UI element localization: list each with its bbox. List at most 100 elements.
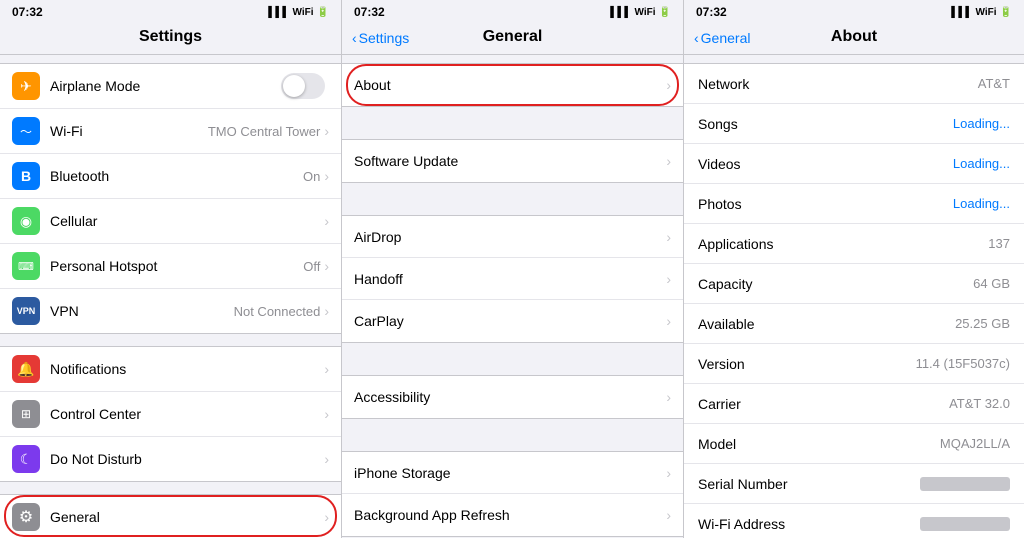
row-vpn[interactable]: VPN VPN Not Connected › xyxy=(0,289,341,333)
accessibility-chevron: › xyxy=(666,389,671,405)
vpn-chevron: › xyxy=(324,303,329,319)
time-1: 07:32 xyxy=(12,5,43,19)
general-chevron: › xyxy=(324,509,329,525)
panel-about: 07:32 ▌▌▌ WiFi 🔋 ‹ General About Network… xyxy=(684,0,1024,538)
background-refresh-chevron: › xyxy=(666,507,671,523)
row-airplane[interactable]: ✈ Airplane Mode xyxy=(0,64,341,109)
videos-label: Videos xyxy=(698,156,953,172)
signal-icon-2: ▌▌▌ xyxy=(610,7,631,18)
back-button-3[interactable]: ‹ General xyxy=(694,30,750,46)
bluetooth-value: On xyxy=(303,169,320,184)
section-software: Software Update › xyxy=(342,139,683,183)
about-chevron: › xyxy=(666,77,671,93)
carrier-value: AT&T 32.0 xyxy=(949,396,1010,411)
about-list[interactable]: Network AT&T Songs Loading... Videos Loa… xyxy=(684,55,1024,538)
row-background-refresh[interactable]: Background App Refresh › xyxy=(342,494,683,536)
panel-settings: 07:32 ▌▌▌ WiFi 🔋 Settings ✈ Airplane Mod… xyxy=(0,0,342,538)
section-group-network: ✈ Airplane Mode 〜 Wi-Fi TMO Central Towe… xyxy=(0,63,341,334)
page-title-1: Settings xyxy=(139,28,202,45)
row-handoff[interactable]: Handoff › xyxy=(342,258,683,300)
row-accessibility[interactable]: Accessibility › xyxy=(342,376,683,418)
network-label: Network xyxy=(698,76,978,92)
row-notifications[interactable]: 🔔 Notifications › xyxy=(0,347,341,392)
wifi-value: TMO Central Tower xyxy=(208,124,320,139)
dnd-chevron: › xyxy=(324,451,329,467)
cellular-icon: ◉ xyxy=(12,207,40,235)
status-bar-3: 07:32 ▌▌▌ WiFi 🔋 xyxy=(684,0,1024,22)
carplay-chevron: › xyxy=(666,313,671,329)
airdrop-label: AirDrop xyxy=(354,229,666,245)
row-bluetooth[interactable]: B Bluetooth On › xyxy=(0,154,341,199)
hotspot-value: Off xyxy=(303,259,320,274)
airplane-icon: ✈ xyxy=(12,72,40,100)
hotspot-chevron: › xyxy=(324,258,329,274)
dnd-label: Do Not Disturb xyxy=(50,451,324,467)
wifi-address-value xyxy=(920,517,1010,531)
applications-label: Applications xyxy=(698,236,988,252)
bluetooth-chevron: › xyxy=(324,168,329,184)
notifications-chevron: › xyxy=(324,361,329,377)
section-storage: iPhone Storage › Background App Refresh … xyxy=(342,451,683,537)
row-songs[interactable]: Songs Loading... xyxy=(684,104,1024,144)
row-videos[interactable]: Videos Loading... xyxy=(684,144,1024,184)
settings-list-1[interactable]: ✈ Airplane Mode 〜 Wi-Fi TMO Central Towe… xyxy=(0,55,341,538)
hotspot-icon: ⌨ xyxy=(12,252,40,280)
back-button-2[interactable]: ‹ Settings xyxy=(352,30,409,46)
row-available[interactable]: Available 25.25 GB xyxy=(684,304,1024,344)
row-model[interactable]: Model MQAJ2LL/A xyxy=(684,424,1024,464)
row-hotspot[interactable]: ⌨ Personal Hotspot Off › xyxy=(0,244,341,289)
row-wifi[interactable]: 〜 Wi-Fi TMO Central Tower › xyxy=(0,109,341,154)
bluetooth-icon-row: B xyxy=(12,162,40,190)
page-title-3: About xyxy=(831,28,877,45)
carplay-label: CarPlay xyxy=(354,313,666,329)
row-dnd[interactable]: ☾ Do Not Disturb › xyxy=(0,437,341,481)
back-label-3: General xyxy=(701,30,751,46)
row-about[interactable]: About › xyxy=(342,64,683,106)
row-network[interactable]: Network AT&T xyxy=(684,64,1024,104)
hotspot-label: Personal Hotspot xyxy=(50,258,303,274)
battery-icon: 🔋 xyxy=(317,7,329,18)
status-bar-2: 07:32 ▌▌▌ WiFi 🔋 xyxy=(342,0,683,22)
wifi-status-3: WiFi xyxy=(976,7,997,18)
wifi-icon: WiFi xyxy=(293,7,314,18)
row-applications[interactable]: Applications 137 xyxy=(684,224,1024,264)
model-label: Model xyxy=(698,436,940,452)
vpn-value: Not Connected xyxy=(234,304,321,319)
accessibility-label: Accessibility xyxy=(354,389,666,405)
control-center-icon: ⊞ xyxy=(12,400,40,428)
nav-bar-2: ‹ Settings General xyxy=(342,22,683,55)
row-capacity[interactable]: Capacity 64 GB xyxy=(684,264,1024,304)
status-bar-1: 07:32 ▌▌▌ WiFi 🔋 xyxy=(0,0,341,22)
iphone-storage-chevron: › xyxy=(666,465,671,481)
row-iphone-storage[interactable]: iPhone Storage › xyxy=(342,452,683,494)
capacity-value: 64 GB xyxy=(973,276,1010,291)
row-carrier[interactable]: Carrier AT&T 32.0 xyxy=(684,384,1024,424)
row-general[interactable]: ⚙ General › xyxy=(0,495,341,538)
model-value: MQAJ2LL/A xyxy=(940,436,1010,451)
row-airdrop[interactable]: AirDrop › xyxy=(342,216,683,258)
iphone-storage-label: iPhone Storage xyxy=(354,465,666,481)
row-carplay[interactable]: CarPlay › xyxy=(342,300,683,342)
photos-label: Photos xyxy=(698,196,953,212)
spacer-4 xyxy=(342,419,683,443)
songs-value: Loading... xyxy=(953,116,1010,131)
about-label-row: About xyxy=(354,77,666,93)
row-version[interactable]: Version 11.4 (15F5037c) xyxy=(684,344,1024,384)
row-wifi-address[interactable]: Wi-Fi Address xyxy=(684,504,1024,538)
general-list[interactable]: About › Software Update › AirDrop › Hand… xyxy=(342,55,683,538)
cellular-label: Cellular xyxy=(50,213,324,229)
row-photos[interactable]: Photos Loading... xyxy=(684,184,1024,224)
control-center-chevron: › xyxy=(324,406,329,422)
applications-value: 137 xyxy=(988,236,1010,251)
control-center-label: Control Center xyxy=(50,406,324,422)
row-software-update[interactable]: Software Update › xyxy=(342,140,683,182)
section-accessibility: Accessibility › xyxy=(342,375,683,419)
section-airdrop: AirDrop › Handoff › CarPlay › xyxy=(342,215,683,343)
notifications-icon: 🔔 xyxy=(12,355,40,383)
back-chevron-2: ‹ xyxy=(352,30,357,46)
row-control-center[interactable]: ⊞ Control Center › xyxy=(0,392,341,437)
airplane-toggle[interactable] xyxy=(281,73,325,99)
row-serial[interactable]: Serial Number xyxy=(684,464,1024,504)
row-cellular[interactable]: ◉ Cellular › xyxy=(0,199,341,244)
signal-icon: ▌▌▌ xyxy=(268,7,289,18)
